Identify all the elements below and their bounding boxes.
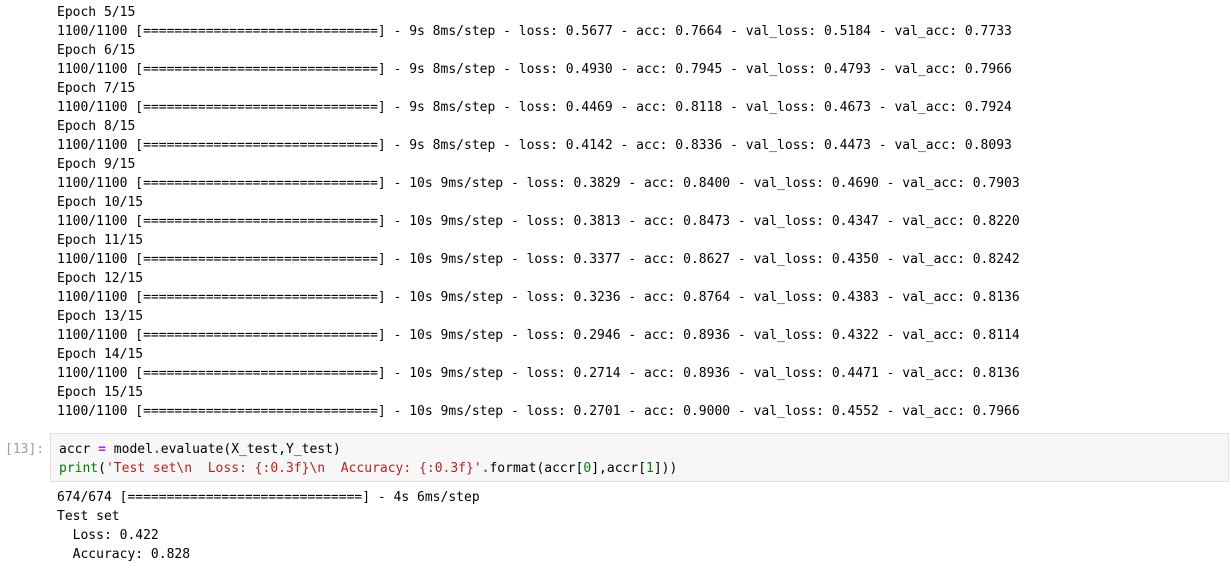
code-builtin: print <box>59 461 99 476</box>
log-line: Epoch 14/15 <box>57 347 144 362</box>
code-cell-input[interactable]: accr = model.evaluate(X_test,Y_test) pri… <box>50 433 1229 482</box>
log-line: Epoch 10/15 <box>57 195 144 210</box>
log-line: Epoch 11/15 <box>57 233 144 248</box>
output-line: Test set <box>57 509 120 524</box>
code-dot: . <box>152 442 161 457</box>
log-line: 1100/1100 [=============================… <box>57 24 1012 39</box>
code-string: 'Test set\n Loss: {:0.3f}\n Accuracy: {:… <box>105 461 482 476</box>
log-line: Epoch 13/15 <box>57 309 144 324</box>
code-operator: = <box>98 442 106 457</box>
code-number: 1 <box>646 461 654 476</box>
log-line: Epoch 6/15 <box>57 43 136 58</box>
log-line: Epoch 9/15 <box>57 157 136 172</box>
code-call: evaluate(X_test,Y_test) <box>160 442 341 457</box>
log-line: Epoch 12/15 <box>57 271 144 286</box>
code-var: accr <box>59 442 99 457</box>
log-line: 1100/1100 [=============================… <box>57 290 1020 305</box>
log-line: 1100/1100 [=============================… <box>57 100 1012 115</box>
code-editor[interactable]: accr = model.evaluate(X_test,Y_test) pri… <box>59 440 677 478</box>
code-paren: ( <box>98 461 106 476</box>
cell-prompt: [13]: <box>5 442 45 457</box>
log-line: 1100/1100 [=============================… <box>57 176 1020 191</box>
log-line: 1100/1100 [=============================… <box>57 252 1020 267</box>
log-line: Epoch 15/15 <box>57 385 144 400</box>
log-line: 1100/1100 [=============================… <box>57 62 1012 77</box>
code-call: format(accr[ <box>489 461 584 476</box>
log-line: 1100/1100 [=============================… <box>57 366 1020 381</box>
log-line: Epoch 5/15 <box>57 5 136 20</box>
code-call: ],accr[ <box>591 461 647 476</box>
log-line: Epoch 8/15 <box>57 119 136 134</box>
log-line: 1100/1100 [=============================… <box>57 214 1020 229</box>
evaluation-output: 674/674 [==============================]… <box>57 488 480 564</box>
code-object: model <box>105 442 153 457</box>
output-line: 674/674 [==============================]… <box>57 490 480 505</box>
output-line: Loss: 0.422 <box>57 528 159 543</box>
training-output: Epoch 5/15 1100/1100 [==================… <box>57 3 1217 421</box>
output-line: Accuracy: 0.828 <box>57 547 191 562</box>
log-line: Epoch 7/15 <box>57 81 136 96</box>
log-line: 1100/1100 [=============================… <box>57 328 1020 343</box>
code-paren: ])) <box>653 461 678 476</box>
code-line-2: print('Test set\n Loss: {:0.3f}\n Accura… <box>59 459 677 478</box>
log-line: 1100/1100 [=============================… <box>57 138 1012 153</box>
log-line: 1100/1100 [=============================… <box>57 404 1020 419</box>
code-line-1: accr = model.evaluate(X_test,Y_test) <box>59 440 677 459</box>
